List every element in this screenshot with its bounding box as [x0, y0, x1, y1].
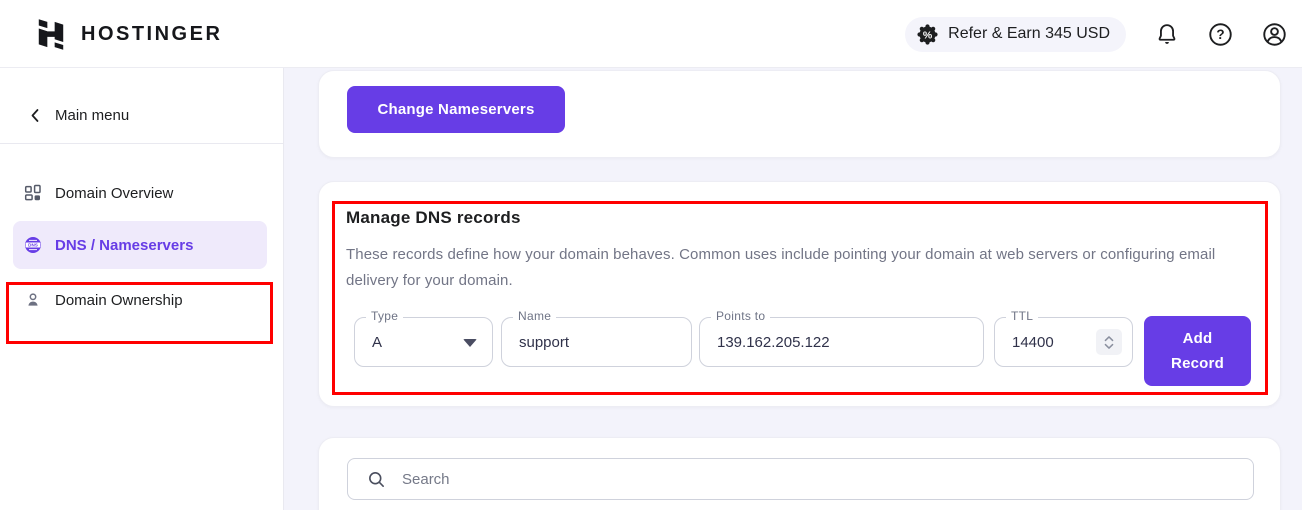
svg-text:?: ? [1216, 27, 1224, 42]
sidebar-item-label: Domain Ownership [55, 292, 183, 309]
sidebar-item-label: Domain Overview [55, 185, 173, 202]
record-type-value: A [372, 318, 382, 366]
dns-globe-icon: DNS [24, 236, 42, 254]
refer-earn-button[interactable]: % Refer & Earn 345 USD [905, 17, 1126, 52]
sidebar-item-dns-nameservers[interactable]: DNS DNS / Nameservers [13, 221, 267, 269]
person-icon [24, 291, 42, 309]
record-points-to-input[interactable] [700, 318, 983, 366]
back-to-main-menu[interactable]: Main menu [0, 96, 283, 134]
record-type-select[interactable]: Type A [354, 317, 493, 367]
search-icon [367, 470, 386, 489]
record-ttl-field: TTL [994, 317, 1133, 367]
search-box [347, 458, 1254, 500]
account-icon[interactable] [1261, 21, 1288, 48]
hostinger-logo-mark-icon [36, 18, 66, 51]
app-window: HOSTINGER % Refer & E [0, 0, 1302, 510]
manage-dns-records-card: Manage DNS records These records define … [318, 181, 1281, 407]
hostinger-logo[interactable]: HOSTINGER [36, 0, 222, 68]
sidebar-divider [0, 143, 283, 144]
sidebar-item-label: DNS / Nameservers [55, 237, 193, 254]
main-menu-label: Main menu [55, 107, 129, 124]
sidebar-item-domain-overview[interactable]: Domain Overview [0, 176, 283, 210]
grid-icon [24, 184, 42, 202]
svg-text:%: % [923, 29, 933, 41]
manage-dns-records-title: Manage DNS records [346, 208, 521, 228]
sidebar: Main menu Domain Overview [0, 68, 284, 510]
chevron-down-icon [463, 339, 477, 347]
record-points-to-field: Points to [699, 317, 984, 367]
ttl-stepper[interactable] [1096, 329, 1122, 355]
header-actions: % Refer & Earn 345 USD ? [905, 0, 1288, 68]
refer-earn-label: Refer & Earn 345 USD [948, 25, 1110, 43]
top-header: HOSTINGER % Refer & E [0, 0, 1302, 68]
svg-text:DNS: DNS [28, 243, 38, 248]
badge-percent-icon: % [917, 24, 938, 45]
help-icon[interactable]: ? [1207, 21, 1234, 48]
add-record-button[interactable]: Add Record [1144, 316, 1251, 386]
search-card [318, 437, 1281, 510]
record-name-field: Name [501, 317, 692, 367]
nameservers-card: Change Nameservers [318, 70, 1281, 158]
back-chevron-icon [30, 108, 40, 123]
record-name-input[interactable] [502, 318, 691, 366]
sidebar-item-domain-ownership[interactable]: Domain Ownership [0, 283, 283, 317]
change-nameservers-button[interactable]: Change Nameservers [347, 86, 565, 133]
manage-dns-records-description: These records define how your domain beh… [346, 242, 1218, 294]
brand-name: HOSTINGER [81, 23, 222, 46]
search-input[interactable] [402, 459, 1253, 499]
notifications-bell-icon[interactable] [1153, 21, 1180, 48]
